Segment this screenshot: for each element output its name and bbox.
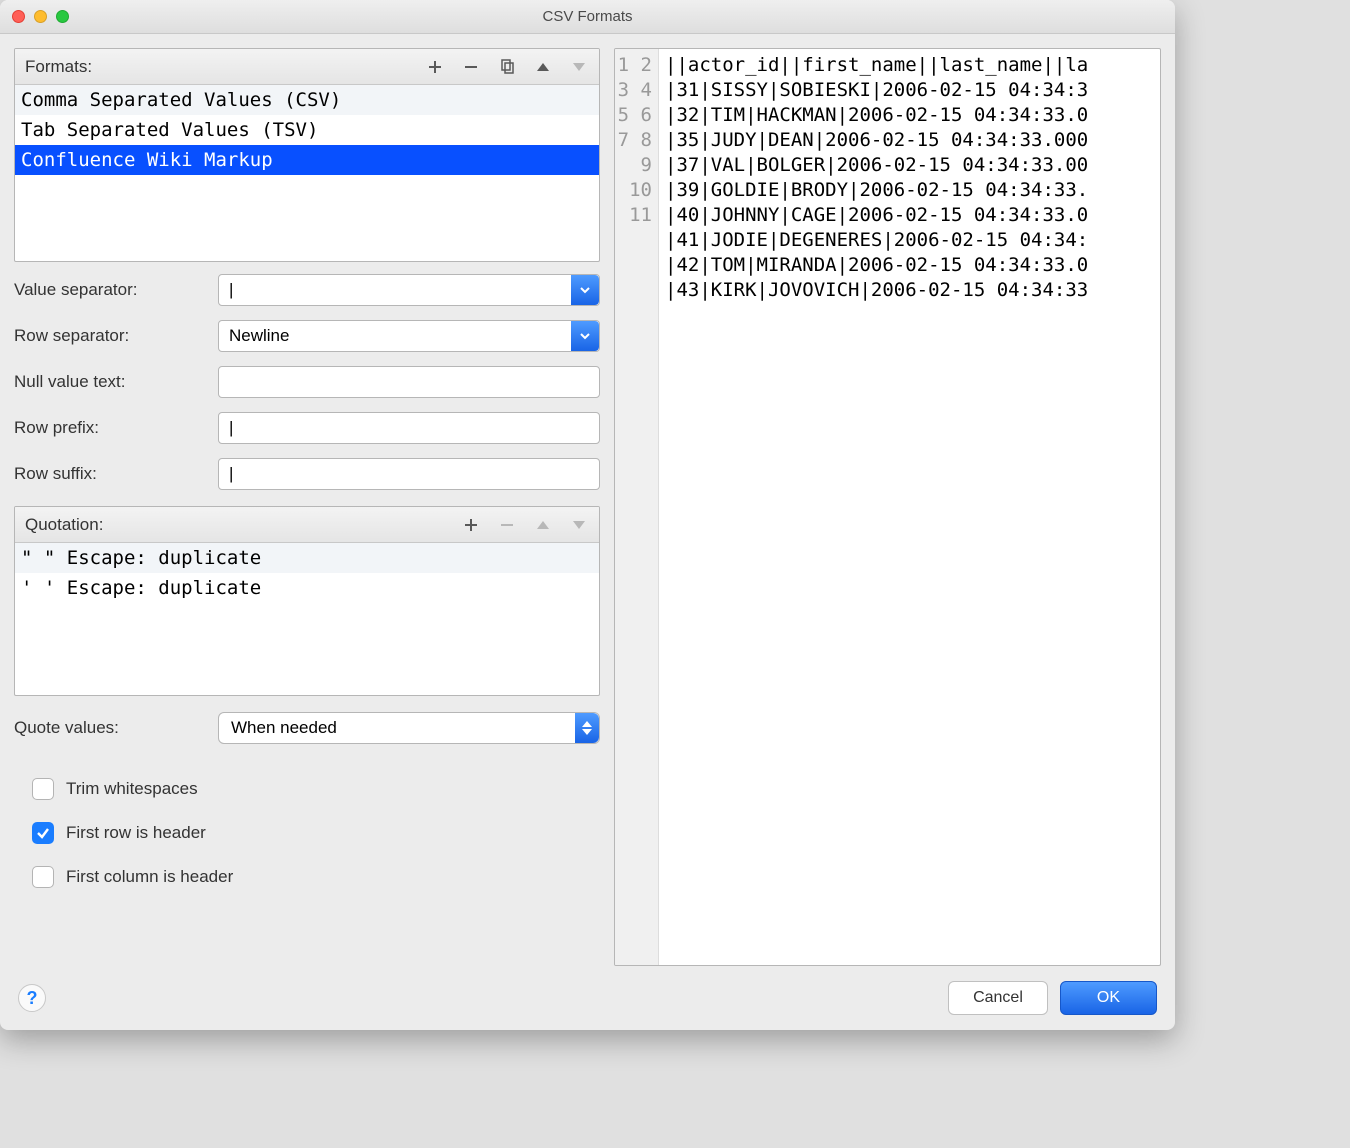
formats-list[interactable]: Comma Separated Values (CSV)Tab Separate…: [15, 85, 599, 175]
copy-icon: [499, 59, 515, 75]
first-col-header-checkbox[interactable]: [32, 866, 54, 888]
remove-quotation-button[interactable]: [497, 515, 517, 535]
quotation-list[interactable]: " " Escape: duplicate' ' Escape: duplica…: [15, 543, 599, 603]
formats-header: Formats:: [15, 49, 599, 85]
cancel-button[interactable]: Cancel: [948, 981, 1048, 1015]
triangle-down-icon: [572, 518, 586, 532]
dialog-footer: ? Cancel OK: [0, 966, 1175, 1030]
ok-button[interactable]: OK: [1060, 981, 1157, 1015]
zoom-window-button[interactable]: [56, 10, 69, 23]
row-prefix-row: Row prefix:: [14, 410, 600, 446]
null-value-input[interactable]: [218, 366, 600, 398]
window-title: CSV Formats: [0, 8, 1175, 25]
row-separator-value: Newline: [229, 326, 289, 346]
checkmark-icon: [36, 826, 50, 840]
formats-label: Formats:: [25, 57, 92, 77]
value-separator-combo[interactable]: |: [218, 274, 600, 306]
chevron-down-icon: [571, 275, 599, 305]
quotation-toolbar: [461, 515, 589, 535]
preview-gutter: 1 2 3 4 5 6 7 8 9 10 11: [615, 49, 659, 965]
minus-icon: [499, 517, 515, 533]
row-separator-row: Row separator: Newline: [14, 318, 600, 354]
row-suffix-row: Row suffix:: [14, 456, 600, 492]
updown-arrows-icon: [575, 713, 599, 743]
formats-toolbar: [425, 57, 589, 77]
first-row-header-label: First row is header: [66, 823, 206, 843]
triangle-up-icon: [536, 518, 550, 532]
plus-icon: [463, 517, 479, 533]
first-col-header-row: First column is header: [14, 860, 600, 894]
quotation-panel: Quotation:: [14, 506, 600, 696]
titlebar: CSV Formats: [0, 0, 1175, 34]
quote-values-label: Quote values:: [14, 718, 204, 738]
row-suffix-label: Row suffix:: [14, 464, 204, 484]
quotation-label: Quotation:: [25, 515, 103, 535]
minus-icon: [463, 59, 479, 75]
value-separator-value: |: [229, 280, 233, 300]
format-list-item[interactable]: Tab Separated Values (TSV): [15, 115, 599, 145]
quote-values-row: Quote values: When needed: [14, 710, 600, 746]
button-row: Cancel OK: [948, 981, 1157, 1015]
move-quotation-down-button[interactable]: [569, 515, 589, 535]
move-down-button[interactable]: [569, 57, 589, 77]
row-suffix-input[interactable]: [218, 458, 600, 490]
quotation-list-item[interactable]: " " Escape: duplicate: [15, 543, 599, 573]
right-column: 1 2 3 4 5 6 7 8 9 10 11 ||actor_id||firs…: [614, 48, 1161, 966]
close-window-button[interactable]: [12, 10, 25, 23]
chevron-down-icon: [571, 321, 599, 351]
traffic-lights: [0, 10, 69, 23]
null-value-label: Null value text:: [14, 372, 204, 392]
null-value-row: Null value text:: [14, 364, 600, 400]
first-col-header-label: First column is header: [66, 867, 233, 887]
row-separator-label: Row separator:: [14, 326, 204, 346]
formats-panel: Formats:: [14, 48, 600, 262]
format-list-item[interactable]: Confluence Wiki Markup: [15, 145, 599, 175]
trim-whitespace-row: Trim whitespaces: [14, 772, 600, 806]
quote-values-select[interactable]: When needed: [218, 712, 600, 744]
help-button[interactable]: ?: [18, 984, 46, 1012]
preview-code[interactable]: ||actor_id||first_name||last_name||la |3…: [659, 49, 1160, 965]
add-quotation-button[interactable]: [461, 515, 481, 535]
row-prefix-input[interactable]: [218, 412, 600, 444]
move-up-button[interactable]: [533, 57, 553, 77]
quote-values-value: When needed: [231, 718, 337, 738]
triangle-up-icon: [536, 60, 550, 74]
row-separator-combo[interactable]: Newline: [218, 320, 600, 352]
trim-whitespace-label: Trim whitespaces: [66, 779, 198, 799]
add-format-button[interactable]: [425, 57, 445, 77]
first-row-header-checkbox[interactable]: [32, 822, 54, 844]
value-separator-row: Value separator: |: [14, 272, 600, 308]
format-list-item[interactable]: Comma Separated Values (CSV): [15, 85, 599, 115]
first-row-header-row: First row is header: [14, 816, 600, 850]
value-separator-label: Value separator:: [14, 280, 204, 300]
dialog-window: CSV Formats Formats:: [0, 0, 1175, 1030]
trim-whitespace-checkbox[interactable]: [32, 778, 54, 800]
triangle-down-icon: [572, 60, 586, 74]
move-quotation-up-button[interactable]: [533, 515, 553, 535]
quotation-list-item[interactable]: ' ' Escape: duplicate: [15, 573, 599, 603]
plus-icon: [427, 59, 443, 75]
quotation-header: Quotation:: [15, 507, 599, 543]
row-prefix-label: Row prefix:: [14, 418, 204, 438]
dialog-body: Formats:: [0, 34, 1175, 966]
remove-format-button[interactable]: [461, 57, 481, 77]
copy-format-button[interactable]: [497, 57, 517, 77]
minimize-window-button[interactable]: [34, 10, 47, 23]
left-column: Formats:: [14, 48, 600, 966]
preview-panel: 1 2 3 4 5 6 7 8 9 10 11 ||actor_id||firs…: [614, 48, 1161, 966]
